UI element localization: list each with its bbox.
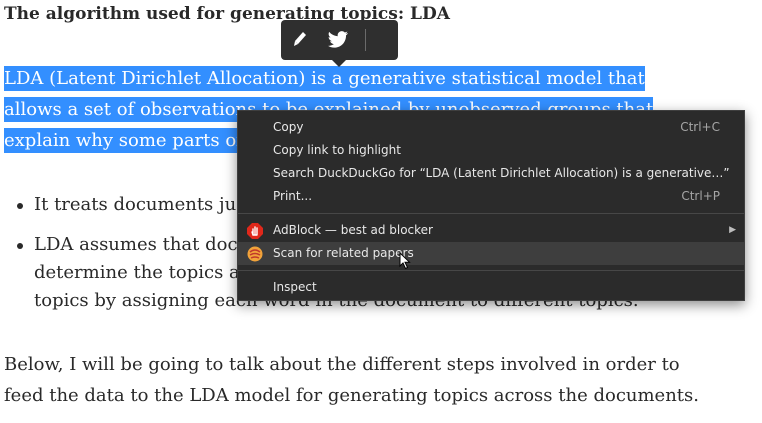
menu-item-print[interactable]: Print... Ctrl+P: [238, 185, 744, 208]
menu-item-inspect[interactable]: Inspect: [238, 276, 744, 299]
body-paragraph: Below, I will be going to talk about the…: [4, 354, 699, 406]
toolbar-divider: [365, 29, 366, 51]
scan-papers-icon: [247, 246, 263, 262]
menu-item-copy-link-to-highlight[interactable]: Copy link to highlight: [238, 139, 744, 162]
adblock-hand-icon: [247, 223, 263, 239]
context-menu: Copy Ctrl+C Copy link to highlight Searc…: [237, 110, 745, 301]
mouse-pointer-icon: [399, 251, 411, 274]
highlight-toolbar: [281, 20, 398, 67]
submenu-arrow-icon: ▶: [729, 225, 736, 235]
shortcut-label: Ctrl+C: [680, 120, 720, 134]
menu-item-adblock[interactable]: AdBlock — best ad blocker ▶: [238, 219, 744, 242]
menu-separator: [238, 213, 744, 214]
menu-item-copy[interactable]: Copy Ctrl+C: [238, 116, 744, 139]
menu-item-search-duckduckgo[interactable]: Search DuckDuckGo for “LDA (Latent Diric…: [238, 162, 744, 185]
highlighter-pen-icon[interactable]: [281, 20, 319, 60]
menu-item-scan-for-related-papers[interactable]: Scan for related papers: [238, 242, 744, 265]
menu-separator: [238, 270, 744, 271]
twitter-icon[interactable]: [319, 20, 357, 60]
shortcut-label: Ctrl+P: [681, 189, 720, 203]
